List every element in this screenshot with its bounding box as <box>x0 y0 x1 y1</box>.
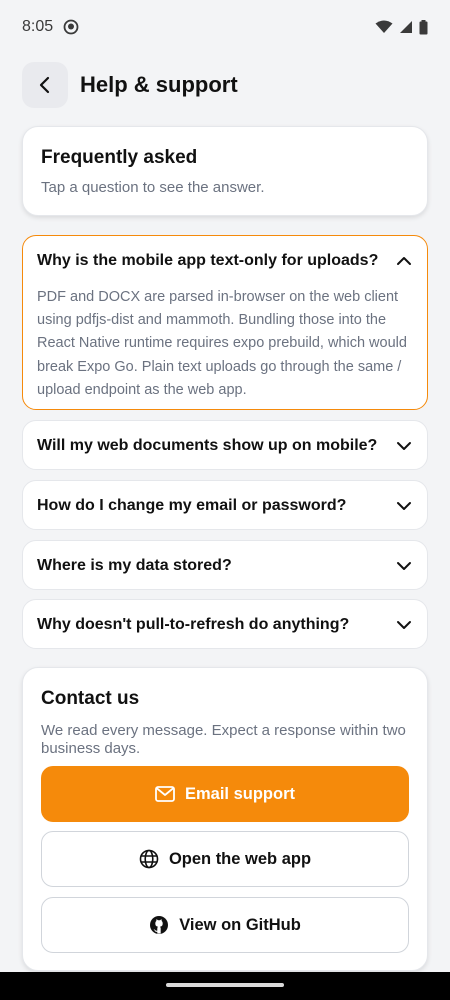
open-web-app-button[interactable]: Open the web app <box>41 831 409 887</box>
globe-icon <box>139 849 159 869</box>
view-github-label: View on GitHub <box>179 915 301 934</box>
faq-question-row[interactable]: Why doesn't pull-to-refresh do anything? <box>23 600 427 650</box>
email-support-button[interactable]: Email support <box>41 766 409 822</box>
wifi-icon <box>375 20 393 33</box>
signal-icon <box>400 21 412 33</box>
faq-item-web-documents[interactable]: Will my web documents show up on mobile? <box>22 420 428 470</box>
faq-question-row[interactable]: Where is my data stored? <box>23 541 427 591</box>
chevron-down-icon <box>397 562 411 570</box>
faq-question-row[interactable]: How do I change my email or password? <box>23 481 427 531</box>
open-web-app-label: Open the web app <box>168 849 312 868</box>
faq-question: Where is my data stored? <box>37 557 232 574</box>
faq-question-row[interactable]: Why is the mobile app text-only for uplo… <box>23 236 427 286</box>
status-right <box>375 19 428 35</box>
faq-question-row[interactable]: Will my web documents show up on mobile? <box>23 421 427 471</box>
faq-item-data-stored[interactable]: Where is my data stored? <box>22 540 428 590</box>
faq-answer: PDF and DOCX are parsed in-browser on th… <box>37 289 407 398</box>
faq-item-pull-to-refresh[interactable]: Why doesn't pull-to-refresh do anything? <box>22 599 428 649</box>
faq-intro-subtitle: Tap a question to see the answer. <box>41 179 265 196</box>
chevron-up-icon <box>397 257 411 265</box>
chevron-down-icon <box>397 621 411 629</box>
battery-icon <box>419 19 428 34</box>
github-icon <box>150 916 169 934</box>
page-title: Help & support <box>80 72 238 97</box>
mail-icon <box>155 786 175 802</box>
faq-intro-title: Frequently asked <box>41 147 198 168</box>
faq-item-text-only-uploads[interactable]: Why is the mobile app text-only for uplo… <box>22 235 428 410</box>
email-support-label: Email support <box>184 784 295 803</box>
navigation-bar <box>0 972 450 1000</box>
status-left: 8:05 <box>22 18 79 36</box>
view-github-button[interactable]: View on GitHub <box>41 897 409 953</box>
chevron-down-icon <box>397 502 411 510</box>
faq-question: Will my web documents show up on mobile? <box>37 437 378 454</box>
contact-subtitle: We read every message. Expect a response… <box>41 722 406 757</box>
status-bar: 8:05 <box>0 0 450 54</box>
faq-intro-card: Frequently asked Tap a question to see t… <box>22 126 428 216</box>
faq-question: Why doesn't pull-to-refresh do anything? <box>37 616 350 633</box>
faq-question: Why is the mobile app text-only for uplo… <box>37 252 379 269</box>
chevron-down-icon <box>397 442 411 450</box>
contact-title: Contact us <box>41 688 140 709</box>
arrow-left-icon <box>39 76 50 94</box>
header: Help & support <box>22 62 428 108</box>
faq-item-change-email[interactable]: How do I change my email or password? <box>22 480 428 530</box>
back-button[interactable] <box>22 62 68 108</box>
status-time: 8:05 <box>22 18 54 35</box>
faq-question: How do I change my email or password? <box>37 497 347 514</box>
contact-card: Contact us We read every message. Expect… <box>22 667 428 971</box>
notification-icon <box>63 19 79 35</box>
home-gesture-handle[interactable] <box>166 983 284 987</box>
